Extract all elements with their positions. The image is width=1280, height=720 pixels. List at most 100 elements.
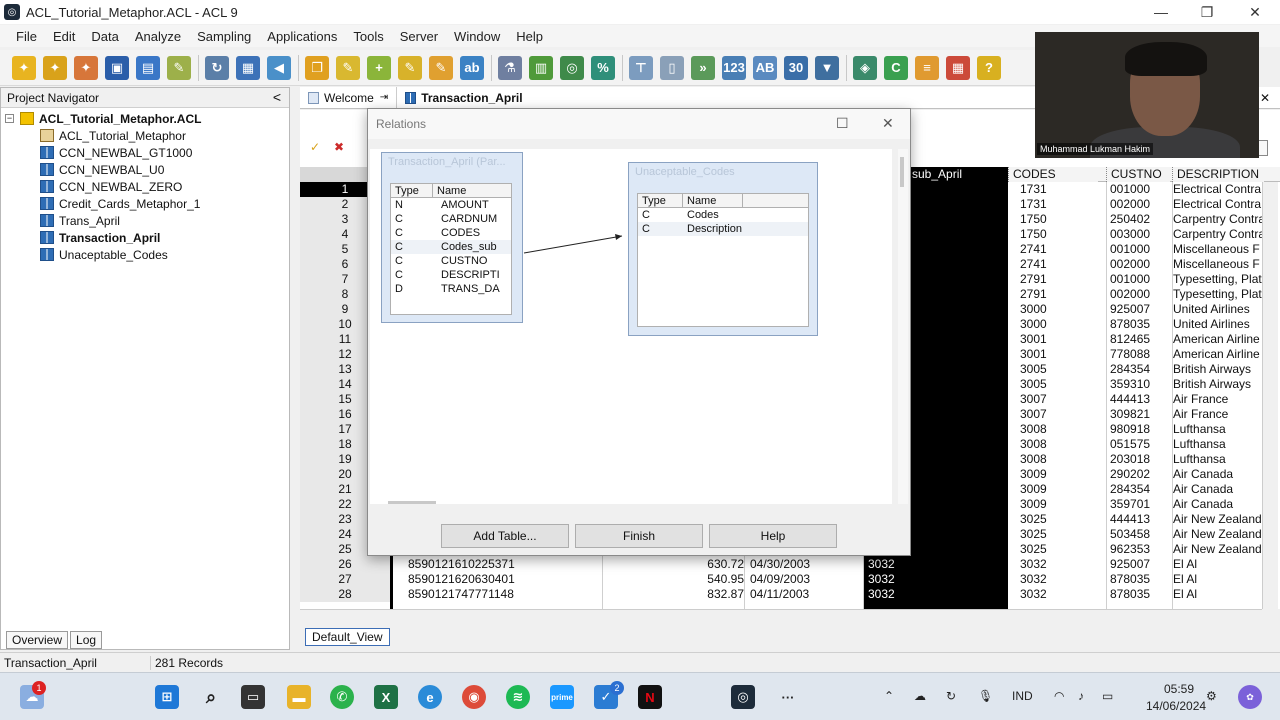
field-row[interactable]: D TRANS_DA — [391, 282, 511, 296]
cell-custno[interactable]: 878035 — [1110, 317, 1150, 332]
cell-custno[interactable]: 001000 — [1110, 182, 1150, 197]
whatsapp-icon[interactable]: ✆ — [330, 685, 354, 709]
cell-description[interactable]: Electrical Contra — [1173, 182, 1263, 197]
modify-icon[interactable]: ✎ — [429, 55, 453, 80]
cell-description[interactable]: El Al — [1173, 557, 1263, 572]
age-icon[interactable]: 30 — [784, 55, 808, 80]
cell-description[interactable]: Miscellaneous F — [1173, 257, 1263, 272]
cell-custno[interactable]: 359310 — [1110, 377, 1150, 392]
collapse-navigator-button[interactable]: < — [273, 89, 281, 105]
cell-custno[interactable]: 051575 — [1110, 437, 1150, 452]
edit-column-icon[interactable]: ✎ — [398, 55, 422, 80]
cell-custno[interactable]: 962353 — [1110, 542, 1150, 557]
cell-custno[interactable]: 001000 — [1110, 272, 1150, 287]
cell-sub[interactable]: 3032 — [868, 557, 895, 572]
cell-date[interactable]: 04/30/2003 — [750, 557, 810, 572]
cell-date[interactable]: 04/09/2003 — [750, 572, 810, 587]
cell-custno[interactable]: 359701 — [1110, 497, 1150, 512]
clock-date[interactable]: 14/06/2024 — [1146, 699, 1206, 713]
tree-item[interactable]: Credit_Cards_Metaphor_1 — [5, 195, 201, 212]
close-tab-icon[interactable]: ✕ — [1260, 91, 1270, 105]
clock-time[interactable]: 05:59 — [1164, 682, 1194, 696]
cell-codes[interactable]: 3005 — [1020, 362, 1047, 377]
cell-sub[interactable]: 3032 — [868, 572, 895, 587]
cell-codes[interactable]: 2741 — [1020, 257, 1047, 272]
cell-description[interactable]: El Al — [1173, 587, 1263, 602]
close-button[interactable]: ✕ — [1232, 0, 1278, 24]
edit-icon[interactable]: ✎ — [336, 55, 360, 80]
cell-description[interactable]: British Airways — [1173, 377, 1263, 392]
view-tab-default[interactable]: Default_View — [305, 628, 390, 646]
cell-description[interactable]: American Airline — [1173, 332, 1263, 347]
properties-icon[interactable]: ✎ — [167, 55, 191, 80]
remove-filter-icon[interactable]: ✖ — [334, 140, 344, 154]
cell-description[interactable]: Air Canada — [1173, 497, 1263, 512]
tab-transaction-april[interactable]: Transaction_April — [396, 86, 530, 109]
cell-codes[interactable]: 3025 — [1020, 542, 1047, 557]
cell-custno[interactable]: 309821 — [1110, 407, 1150, 422]
table-layout-icon[interactable]: ▦ — [236, 55, 260, 80]
column-header-sub-april[interactable]: sub_April — [908, 167, 1008, 182]
summarize-icon[interactable]: ▯ — [660, 55, 684, 80]
cell-description[interactable]: British Airways — [1173, 362, 1263, 377]
cell-description[interactable]: Electrical Contra — [1173, 197, 1263, 212]
cell-custno[interactable]: 878035 — [1110, 572, 1150, 587]
battery-icon[interactable]: ▭ — [1102, 689, 1113, 703]
cell-description[interactable]: Air France — [1173, 392, 1263, 407]
new-project-icon[interactable]: ✦ — [12, 55, 36, 80]
cell-description[interactable]: United Airlines — [1173, 302, 1263, 317]
cell-custno[interactable]: 284354 — [1110, 362, 1150, 377]
prime-video-icon[interactable]: prime — [550, 685, 574, 709]
field-row[interactable]: C Description — [638, 222, 808, 236]
cell-custno[interactable]: 812465 — [1110, 332, 1150, 347]
close-project-icon[interactable]: ✦ — [74, 55, 98, 80]
cell-custno[interactable]: 284354 — [1110, 482, 1150, 497]
menu-server[interactable]: Server — [400, 29, 438, 44]
cell-codes[interactable]: 3008 — [1020, 452, 1047, 467]
stratify-icon[interactable]: » — [691, 55, 715, 80]
cell-codes[interactable]: 1750 — [1020, 227, 1047, 242]
cell-description[interactable]: Lufthansa — [1173, 452, 1263, 467]
search-icon[interactable]: ⌕ — [199, 685, 223, 709]
field-row[interactable]: C CUSTNO — [391, 254, 511, 268]
cell-custno[interactable]: 002000 — [1110, 287, 1150, 302]
verify-icon[interactable]: ⚗ — [498, 55, 522, 80]
cell-description[interactable]: Carpentry Contra — [1173, 227, 1263, 242]
cell-cardnum[interactable]: 8590121610225371 — [408, 557, 515, 572]
cell-description[interactable]: Air New Zealand — [1173, 542, 1263, 557]
cell-codes[interactable]: 3007 — [1020, 407, 1047, 422]
cell-codes[interactable]: 3000 — [1020, 317, 1047, 332]
cell-codes[interactable]: 3007 — [1020, 392, 1047, 407]
cycle-icon[interactable]: C — [884, 55, 908, 80]
cell-codes[interactable]: 3009 — [1020, 467, 1047, 482]
cell-custno[interactable]: 001000 — [1110, 242, 1150, 257]
canvas-vscroll-thumb[interactable] — [900, 157, 904, 187]
ab-icon[interactable]: ab — [460, 55, 484, 80]
sample-icon[interactable]: ◈ — [853, 55, 877, 80]
cell-custno[interactable]: 290202 — [1110, 467, 1150, 482]
row-number[interactable]: 26 — [300, 557, 390, 572]
language-indicator[interactable]: IND — [1012, 689, 1033, 703]
cell-amount[interactable]: 630.72 — [690, 557, 744, 572]
menu-analyze[interactable]: Analyze — [135, 29, 181, 44]
cell-description[interactable]: Miscellaneous F — [1173, 242, 1263, 257]
cell-codes[interactable]: 1731 — [1020, 197, 1047, 212]
menu-window[interactable]: Window — [454, 29, 500, 44]
cell-description[interactable]: Carpentry Contra — [1173, 212, 1263, 227]
cell-amount[interactable]: 832.87 — [690, 587, 744, 602]
menu-edit[interactable]: Edit — [53, 29, 75, 44]
cell-custno[interactable]: 444413 — [1110, 392, 1150, 407]
statistics-icon[interactable]: ◎ — [560, 55, 584, 80]
cell-codes[interactable]: 3005 — [1020, 377, 1047, 392]
tree-item-active[interactable]: Transaction_April — [5, 229, 201, 246]
cell-custno[interactable]: 878035 — [1110, 587, 1150, 602]
field-row[interactable]: C Codes_sub — [391, 240, 511, 254]
cell-description[interactable]: El Al — [1173, 572, 1263, 587]
cell-description[interactable]: United Airlines — [1173, 317, 1263, 332]
cell-description[interactable]: American Airline — [1173, 347, 1263, 362]
cell-codes[interactable]: 3032 — [1020, 557, 1047, 572]
canvas-hscroll-thumb[interactable] — [388, 501, 436, 504]
excel-icon[interactable]: X — [374, 685, 398, 709]
file-explorer-icon[interactable]: ▬ — [287, 685, 311, 709]
wifi-icon[interactable]: ◠ — [1054, 689, 1064, 703]
